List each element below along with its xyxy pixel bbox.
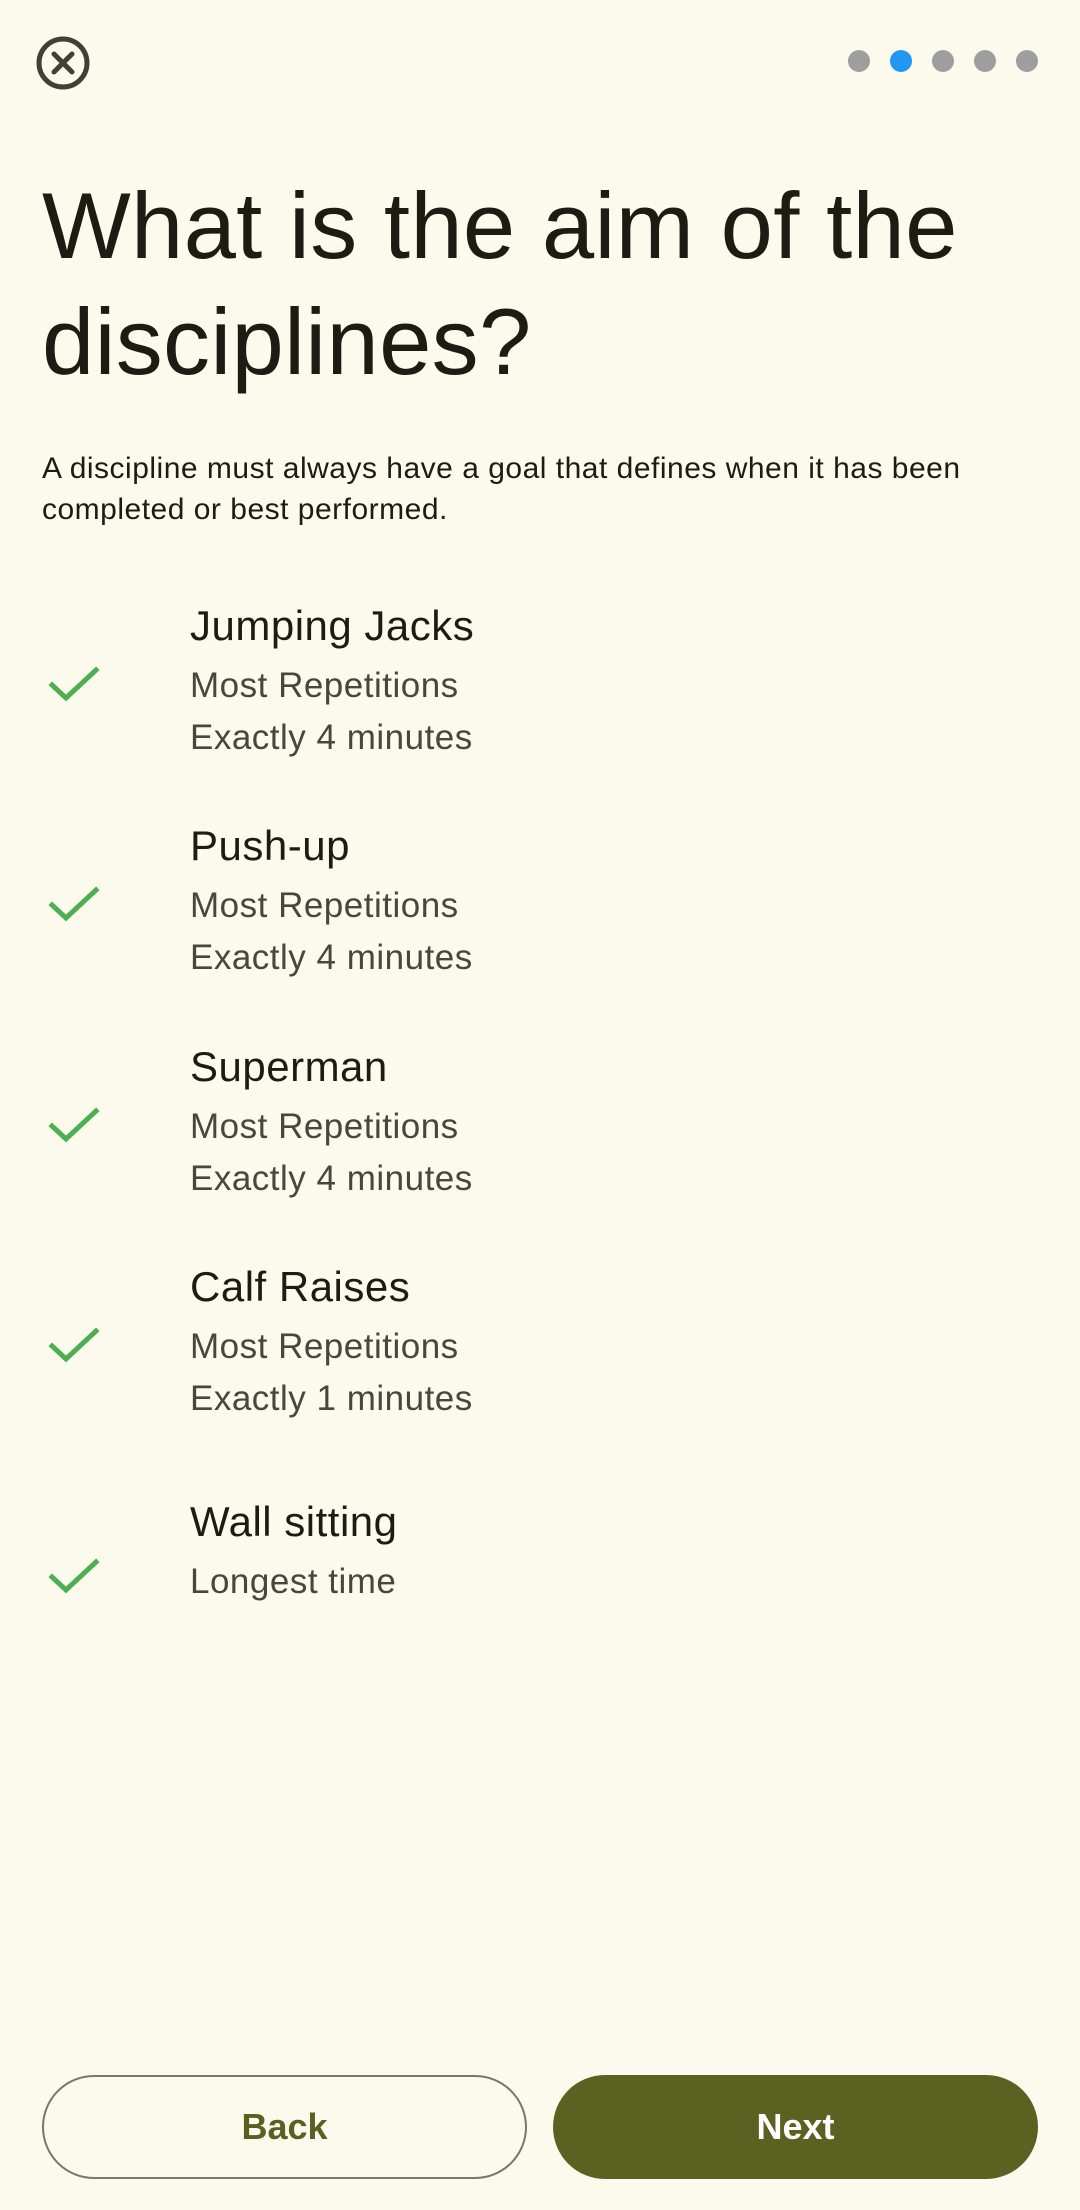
close-button[interactable] xyxy=(30,30,96,96)
check-icon xyxy=(48,886,100,922)
discipline-name: Wall sitting xyxy=(190,1498,398,1545)
discipline-name: Calf Raises xyxy=(190,1263,411,1310)
step-dot xyxy=(974,50,996,72)
onboarding-screen: What is the aim of the disciplines? A di… xyxy=(0,0,1080,2210)
discipline-goal: Most Repetitions xyxy=(190,1327,459,1366)
check-icon xyxy=(48,1327,100,1363)
step-dot xyxy=(1016,50,1038,72)
step-dot-active xyxy=(890,50,912,72)
page-title: What is the aim of the disciplines? xyxy=(42,173,958,394)
discipline-name: Jumping Jacks xyxy=(190,602,475,649)
page-description: A discipline must always have a goal tha… xyxy=(42,452,961,526)
discipline-name: Superman xyxy=(190,1043,388,1090)
close-circle-icon xyxy=(36,36,90,90)
discipline-name: Push-up xyxy=(190,822,350,869)
back-button[interactable]: Back xyxy=(42,2075,527,2179)
check-icon xyxy=(48,1107,100,1143)
discipline-duration: Exactly 4 minutes xyxy=(190,938,473,977)
discipline-duration: Exactly 4 minutes xyxy=(190,718,473,757)
discipline-duration: Exactly 1 minutes xyxy=(190,1379,473,1418)
discipline-goal: Most Repetitions xyxy=(190,886,459,925)
discipline-goal: Most Repetitions xyxy=(190,1107,459,1146)
step-indicator xyxy=(848,50,1038,72)
step-dot xyxy=(848,50,870,72)
next-button[interactable]: Next xyxy=(553,2075,1038,2179)
check-icon xyxy=(48,666,100,702)
discipline-goal: Most Repetitions xyxy=(190,666,459,705)
check-icon xyxy=(48,1558,100,1594)
discipline-goal: Longest time xyxy=(190,1562,397,1601)
step-dot xyxy=(932,50,954,72)
discipline-duration: Exactly 4 minutes xyxy=(190,1159,473,1198)
